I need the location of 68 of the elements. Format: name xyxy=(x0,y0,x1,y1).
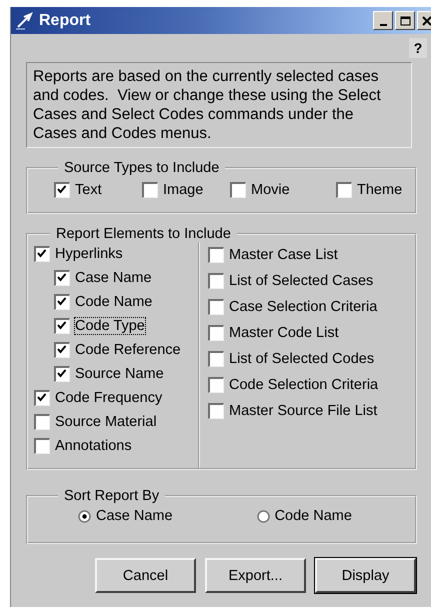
checkbox[interactable] xyxy=(34,246,50,262)
checkbox[interactable] xyxy=(34,438,50,454)
checkbox-label: Case Selection Criteria xyxy=(229,299,378,315)
minimize-button[interactable] xyxy=(373,11,393,30)
checkbox-label: Hyperlinks xyxy=(55,246,123,262)
close-button[interactable] xyxy=(417,11,431,30)
checkbox[interactable] xyxy=(336,182,352,198)
checkmark-icon xyxy=(35,391,48,404)
window-title: Report xyxy=(39,12,91,30)
checkbox-label: Case Name xyxy=(75,270,152,286)
radio-label: Case Name xyxy=(96,508,173,524)
export-button[interactable]: Export... xyxy=(205,558,306,593)
checkbox-label: Code Selection Criteria xyxy=(229,377,378,393)
checkmark-icon xyxy=(55,271,68,284)
maximize-button[interactable] xyxy=(395,11,415,30)
group-title: Source Types to Include xyxy=(63,160,220,176)
display-button[interactable]: Display xyxy=(315,558,416,593)
checkbox[interactable] xyxy=(54,182,70,198)
minimize-icon xyxy=(380,24,386,26)
info-text: Reports are based on the currently selected cases and codes. View or change these using the Select Cases and Select Codes commands under the Cases and Codes menus. xyxy=(26,62,412,148)
checkbox-label: Annotations xyxy=(55,438,132,454)
checkmark-icon xyxy=(55,319,68,332)
checkbox-label: List of Selected Cases xyxy=(229,273,374,289)
maximize-icon xyxy=(400,16,410,26)
checkbox[interactable] xyxy=(54,294,70,310)
cancel-button[interactable]: Cancel xyxy=(95,558,196,593)
checkbox-label: Code Name xyxy=(75,294,152,310)
checkbox-label: Code Reference xyxy=(75,342,181,358)
checkbox-label: Code Type xyxy=(75,318,145,334)
close-icon xyxy=(422,16,431,26)
checkbox-label: List of Selected Codes xyxy=(229,351,374,367)
checkbox[interactable] xyxy=(54,366,70,382)
checkbox-label: Code Frequency xyxy=(55,390,162,406)
group-title: Report Elements to Include xyxy=(55,226,232,242)
checkbox[interactable] xyxy=(54,318,70,334)
radio-label: Code Name xyxy=(274,508,352,524)
checkbox-label: Source Material xyxy=(55,414,157,430)
checkmark-icon xyxy=(55,295,68,308)
checkmark-icon xyxy=(55,183,68,196)
checkbox[interactable] xyxy=(208,403,224,419)
checkbox[interactable] xyxy=(34,414,50,430)
checkbox[interactable] xyxy=(208,299,224,315)
checkbox[interactable] xyxy=(208,325,224,341)
checkbox-label: Master Source File List xyxy=(229,403,378,419)
checkbox-label: Image xyxy=(163,182,204,198)
checkmark-icon xyxy=(55,367,68,380)
checkbox[interactable] xyxy=(208,377,224,393)
checkbox[interactable] xyxy=(54,270,70,286)
checkbox[interactable] xyxy=(54,342,70,358)
checkbox-label: Source Name xyxy=(75,366,164,382)
checkbox[interactable] xyxy=(230,182,246,198)
checkbox[interactable] xyxy=(34,390,50,406)
checkbox-label: Theme xyxy=(357,182,402,198)
checkbox-label: Master Case List xyxy=(229,247,338,263)
checkbox[interactable] xyxy=(208,351,224,367)
checkbox[interactable] xyxy=(208,273,224,289)
radio-button[interactable] xyxy=(256,510,270,522)
checkbox-label: Movie xyxy=(251,182,290,198)
help-button[interactable]: ? xyxy=(409,38,427,58)
app-icon xyxy=(15,12,35,30)
checkbox[interactable] xyxy=(142,182,158,198)
checkmark-icon xyxy=(55,343,68,356)
checkmark-icon xyxy=(35,247,48,260)
checkbox[interactable] xyxy=(208,247,224,263)
checkbox-label: Master Code List xyxy=(229,325,339,341)
checkbox-label: Text xyxy=(75,182,102,198)
radio-button[interactable] xyxy=(78,510,91,522)
group-title: Sort Report By xyxy=(63,488,160,504)
